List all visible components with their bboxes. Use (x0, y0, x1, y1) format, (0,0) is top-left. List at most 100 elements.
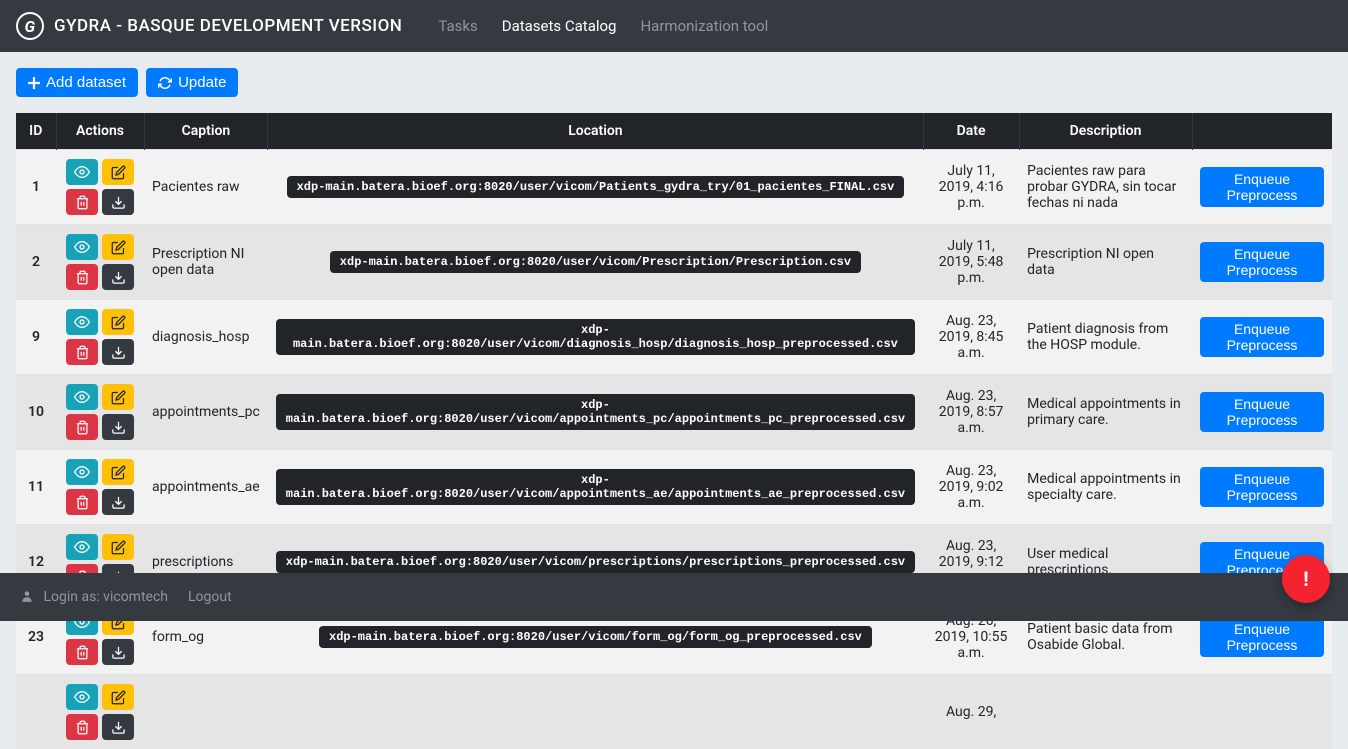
cell-caption (144, 675, 268, 749)
cell-enqueue: Enqueue Preprocess (1192, 150, 1332, 225)
cell-date: Aug. 29, (923, 675, 1019, 749)
edit-button[interactable] (102, 459, 134, 485)
download-icon (111, 270, 126, 285)
eye-icon (74, 314, 90, 330)
trash-icon (75, 270, 90, 285)
view-button[interactable] (66, 234, 98, 260)
download-button[interactable] (102, 489, 134, 515)
delete-button[interactable] (66, 189, 98, 215)
cell-location: xdp-main.batera.bioef.org:8020/user/vico… (268, 450, 923, 525)
view-button[interactable] (66, 384, 98, 410)
user-icon (20, 589, 37, 605)
location-badge: xdp-main.batera.bioef.org:8020/user/vico… (276, 551, 915, 573)
eye-icon (74, 389, 90, 405)
alert-fab[interactable]: ! (1282, 555, 1330, 603)
edit-icon (111, 165, 126, 180)
edit-button[interactable] (102, 159, 134, 185)
cell-actions (56, 150, 144, 225)
download-icon (111, 345, 126, 360)
plus-icon (28, 77, 40, 89)
add-dataset-button[interactable]: Add dataset (16, 68, 138, 97)
download-button[interactable] (102, 264, 134, 290)
th-description: Description (1019, 113, 1192, 150)
edit-button[interactable] (102, 234, 134, 260)
delete-button[interactable] (66, 414, 98, 440)
footer: Login as: vicomtech Logout (0, 573, 1348, 621)
cell-date: July 11, 2019, 4:16 p.m. (923, 150, 1019, 225)
nav-link-harmonization-tool[interactable]: Harmonization tool (628, 9, 780, 43)
enqueue-preprocess-button[interactable]: Enqueue Preprocess (1200, 467, 1324, 507)
cell-caption: appointments_ae (144, 450, 268, 525)
edit-button[interactable] (102, 309, 134, 335)
cell-id: 1 (16, 150, 56, 225)
edit-icon (111, 690, 126, 705)
cell-location: xdp-main.batera.bioef.org:8020/user/vico… (268, 225, 923, 300)
brand-title: GYDRA - BASQUE DEVELOPMENT VERSION (54, 16, 402, 36)
login-text: Login as: vicomtech (43, 589, 168, 605)
update-button[interactable]: Update (146, 68, 238, 97)
view-button[interactable] (66, 309, 98, 335)
exclamation-icon: ! (1303, 567, 1308, 591)
cell-id: 9 (16, 300, 56, 375)
nav-link-datasets-catalog[interactable]: Datasets Catalog (490, 9, 629, 43)
location-badge: xdp-main.batera.bioef.org:8020/user/vico… (330, 251, 861, 273)
enqueue-preprocess-button[interactable]: Enqueue Preprocess (1200, 617, 1324, 657)
download-button[interactable] (102, 339, 134, 365)
delete-button[interactable] (66, 639, 98, 665)
download-button[interactable] (102, 189, 134, 215)
enqueue-preprocess-button[interactable]: Enqueue Preprocess (1200, 317, 1324, 357)
update-label: Update (178, 74, 226, 91)
nav-link-tasks[interactable]: Tasks (426, 9, 489, 43)
toolbar: Add dataset Update (0, 52, 1348, 113)
download-button[interactable] (102, 414, 134, 440)
logo-icon: G (16, 12, 44, 40)
edit-button[interactable] (102, 534, 134, 560)
cell-date: July 11, 2019, 5:48 p.m. (923, 225, 1019, 300)
th-location: Location (268, 113, 923, 150)
edit-button[interactable] (102, 384, 134, 410)
cell-location (268, 675, 923, 749)
eye-icon (74, 689, 90, 705)
location-badge: xdp-main.batera.bioef.org:8020/user/vico… (287, 176, 905, 198)
eye-icon (74, 539, 90, 555)
enqueue-preprocess-button[interactable]: Enqueue Preprocess (1200, 392, 1324, 432)
edit-button[interactable] (102, 684, 134, 710)
brand[interactable]: G GYDRA - BASQUE DEVELOPMENT VERSION (16, 12, 402, 40)
location-badge: xdp-main.batera.bioef.org:8020/user/vico… (276, 469, 915, 505)
location-badge: xdp-main.batera.bioef.org:8020/user/vico… (276, 394, 915, 430)
th-actions: Actions (56, 113, 144, 150)
th-id: ID (16, 113, 56, 150)
view-button[interactable] (66, 534, 98, 560)
cell-description: Medical appointments in primary care. (1019, 375, 1192, 450)
delete-button[interactable] (66, 714, 98, 740)
enqueue-preprocess-button[interactable]: Enqueue Preprocess (1200, 242, 1324, 282)
logout-link[interactable]: Logout (188, 589, 232, 605)
download-button[interactable] (102, 714, 134, 740)
cell-enqueue (1192, 675, 1332, 749)
view-button[interactable] (66, 459, 98, 485)
th-date: Date (923, 113, 1019, 150)
cell-actions (56, 300, 144, 375)
table-row: 10 appointments_pc xdp-main.batera.bioef… (16, 375, 1332, 450)
edit-icon (111, 540, 126, 555)
location-badge: xdp-main.batera.bioef.org:8020/user/vico… (276, 319, 915, 355)
view-button[interactable] (66, 684, 98, 710)
view-button[interactable] (66, 159, 98, 185)
trash-icon (75, 345, 90, 360)
delete-button[interactable] (66, 264, 98, 290)
cell-caption: Pacientes raw (144, 150, 268, 225)
enqueue-preprocess-button[interactable]: Enqueue Preprocess (1200, 167, 1324, 207)
navbar: G GYDRA - BASQUE DEVELOPMENT VERSION Tas… (0, 0, 1348, 52)
refresh-icon (158, 76, 172, 90)
download-button[interactable] (102, 639, 134, 665)
trash-icon (75, 495, 90, 510)
add-dataset-label: Add dataset (46, 74, 126, 91)
cell-actions (56, 225, 144, 300)
cell-caption: appointments_pc (144, 375, 268, 450)
edit-icon (111, 240, 126, 255)
cell-date: Aug. 23, 2019, 8:57 a.m. (923, 375, 1019, 450)
datasets-table: ID Actions Caption Location Date Descrip… (16, 113, 1332, 749)
delete-button[interactable] (66, 339, 98, 365)
cell-id: 2 (16, 225, 56, 300)
delete-button[interactable] (66, 489, 98, 515)
